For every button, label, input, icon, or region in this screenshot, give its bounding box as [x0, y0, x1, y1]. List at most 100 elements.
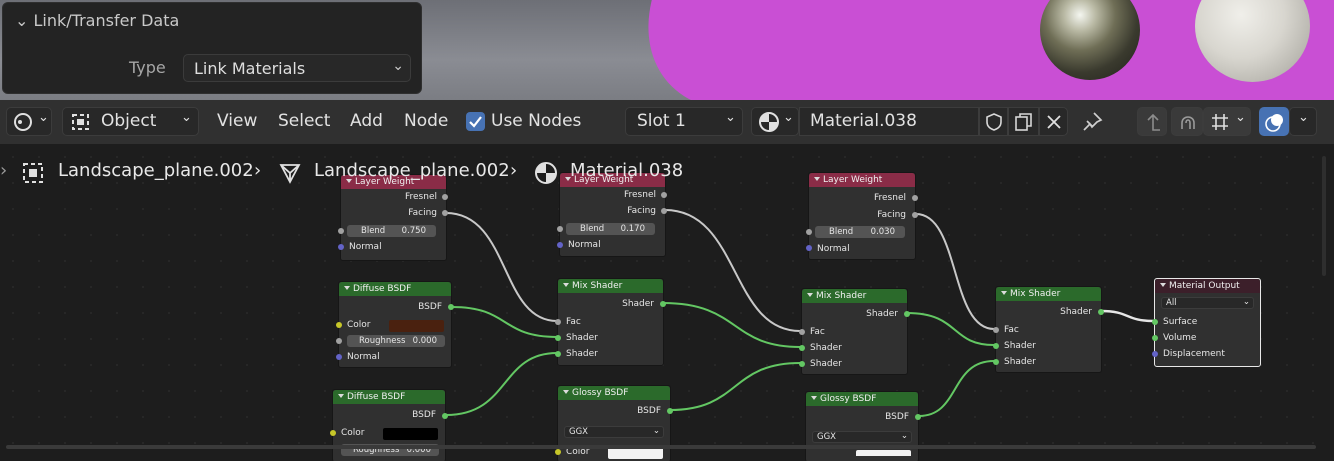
output-socket[interactable] [661, 208, 667, 214]
input-socket[interactable] [993, 343, 999, 349]
input-socket[interactable] [799, 329, 805, 335]
diffuse-bsdf-node[interactable]: Diffuse BSDF BSDF Color Roughness 0.000 N… [336, 281, 454, 368]
type-value: Link Materials [194, 59, 306, 78]
overlays-dropdown-button[interactable]: ⌄ [1289, 107, 1317, 136]
menu-node[interactable]: Node [404, 111, 448, 131]
layer-weight-node[interactable]: Layer Weight Fresnel Facing Blend 0.030 N… [806, 172, 918, 260]
breadcrumb-mesh: Landscape_plane.002 [314, 160, 510, 181]
browse-material-button[interactable]: ⌄ [751, 107, 799, 136]
input-socket[interactable] [1152, 335, 1158, 341]
blend-value: 0.170 [620, 224, 645, 234]
node-editor-canvas[interactable]: Layer Weight Fresnel Facing Blend 0.750 N… [0, 144, 1334, 461]
mix-shader-node[interactable]: Mix Shader Shader Fac Shader Shader [555, 278, 666, 366]
roughness-field[interactable]: Roughness 0.000 [347, 335, 445, 347]
output-socket[interactable] [915, 414, 921, 420]
snap-grid-icon [1212, 114, 1228, 130]
output-socket[interactable] [442, 413, 448, 419]
slot-select[interactable]: Slot 1 ⌄ [625, 107, 743, 136]
input-socket[interactable] [336, 338, 342, 344]
glossy-bsdf-node[interactable]: Glossy BSDF BSDF GGX ⌄ Color [555, 385, 673, 461]
node-title: Mix Shader [802, 289, 907, 303]
distribution-select[interactable]: GGX ⌄ [812, 431, 912, 443]
output-socket[interactable] [912, 212, 918, 218]
overlays-toggle-button[interactable] [1259, 107, 1289, 136]
pin-icon[interactable] [1080, 110, 1104, 134]
diffuse-bsdf-node[interactable]: Diffuse BSDF BSDF Color Roughness 0.000 [330, 389, 448, 461]
output-socket[interactable] [661, 192, 667, 198]
input-socket[interactable] [799, 345, 805, 351]
input-socket[interactable] [555, 319, 561, 325]
menu-view[interactable]: View [217, 111, 257, 131]
mix-shader-node[interactable]: Mix Shader Shader Fac Shader Shader [993, 286, 1104, 373]
menu-select[interactable]: Select [278, 111, 330, 131]
color-swatch[interactable] [389, 320, 444, 332]
horizontal-scrollbar[interactable] [6, 445, 1316, 449]
input-socket[interactable] [1152, 319, 1158, 325]
shield-icon [986, 113, 1002, 131]
object-mode-select[interactable]: Object ⌄ [62, 107, 199, 136]
input-socket[interactable] [557, 226, 563, 232]
duplicate-material-button[interactable] [1008, 107, 1039, 136]
input-socket[interactable] [330, 430, 336, 436]
chevron-down-icon: ⌄ [181, 110, 192, 125]
chevron-down-icon: ⌄ [652, 426, 660, 436]
input-socket[interactable] [555, 351, 561, 357]
snap-toggle-button[interactable] [1171, 107, 1203, 136]
material-output-node[interactable]: Material Output All ⌄ Surface Volume Disp… [1152, 278, 1261, 367]
editor-type-button[interactable]: ⌄ [6, 107, 52, 136]
input-socket[interactable] [993, 359, 999, 365]
input-socket[interactable] [806, 245, 812, 251]
output-socket[interactable] [667, 408, 673, 414]
blend-field[interactable]: Blend 0.030 [815, 226, 905, 238]
chevron-right-icon: › [254, 160, 262, 181]
material-sphere-icon [535, 162, 557, 184]
blend-field[interactable]: Blend 0.750 [347, 225, 436, 237]
blend-label: Blend [580, 224, 605, 234]
snap-element-select[interactable]: ⌄ [1203, 107, 1251, 136]
3d-viewport[interactable]: ⌄ Link/Transfer Data Type Link Materials… [0, 0, 1334, 100]
layer-weight-node[interactable]: Layer Weight Fresnel Facing Blend 0.750 N… [338, 174, 448, 261]
distribution-select[interactable]: GGX ⌄ [564, 426, 664, 438]
input-socket[interactable] [336, 322, 342, 328]
bsdf-output: BSDF [637, 406, 661, 416]
use-nodes-checkbox[interactable] [466, 112, 485, 131]
output-socket[interactable] [448, 304, 454, 310]
fake-user-button[interactable] [979, 107, 1008, 136]
output-socket[interactable] [912, 195, 918, 201]
input-socket[interactable] [1152, 351, 1158, 357]
output-socket[interactable] [904, 311, 910, 317]
type-select[interactable]: Link Materials ⌄ [183, 54, 411, 82]
input-socket[interactable] [993, 327, 999, 333]
input-socket[interactable] [555, 335, 561, 341]
input-socket[interactable] [555, 449, 561, 455]
layer-weight-node[interactable]: Layer Weight Fresnel Facing Blend 0.170 N… [557, 172, 667, 257]
menu-add[interactable]: Add [350, 111, 383, 131]
vertical-scrollbar[interactable] [1322, 156, 1326, 276]
input-socket[interactable] [806, 229, 812, 235]
parent-node-tree-button[interactable] [1137, 107, 1167, 136]
blend-field[interactable]: Blend 0.170 [566, 223, 655, 235]
output-socket[interactable] [442, 194, 448, 200]
output-socket[interactable] [1098, 309, 1104, 315]
output-socket[interactable] [660, 301, 666, 307]
node-title: Diffuse BSDF [339, 282, 451, 296]
chevron-right-icon: › [510, 160, 518, 181]
input-socket[interactable] [799, 361, 805, 367]
redo-panel-header[interactable]: ⌄ Link/Transfer Data [15, 11, 179, 30]
glossy-bsdf-node[interactable]: Glossy BSDF BSDF GGX ⌄ [805, 391, 921, 461]
input-socket[interactable] [336, 354, 342, 360]
unlink-material-button[interactable] [1039, 107, 1068, 136]
node-title: Mix Shader [996, 287, 1101, 301]
input-socket[interactable] [338, 228, 344, 234]
normal-input: Normal [349, 242, 382, 252]
material-name-field[interactable]: Material.038 [799, 107, 979, 136]
color-swatch[interactable] [383, 428, 438, 440]
object-data-icon [72, 114, 89, 130]
mix-shader-node[interactable]: Mix Shader Shader Fac Shader Shader [799, 288, 910, 375]
input-socket[interactable] [557, 242, 563, 248]
output-socket[interactable] [442, 210, 448, 216]
input-socket[interactable] [338, 244, 344, 250]
chevron-down-icon: ⌄ [1242, 297, 1250, 307]
target-select[interactable]: All ⌄ [1161, 297, 1254, 309]
color-swatch[interactable] [856, 450, 911, 456]
